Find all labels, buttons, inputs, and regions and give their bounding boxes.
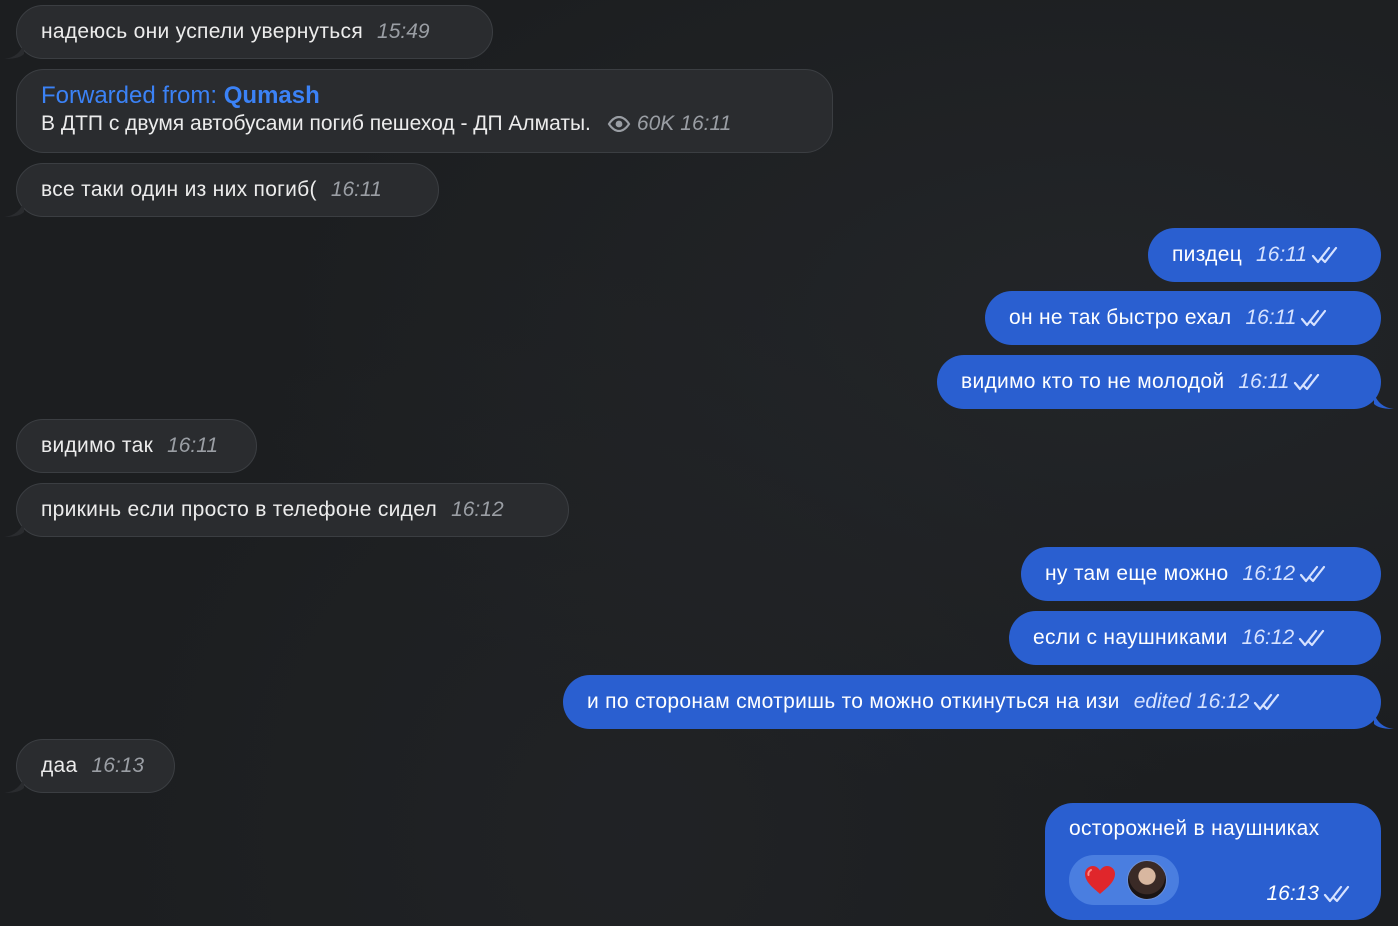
double-check-icon: [1299, 564, 1331, 584]
message-forwarded[interactable]: Forwarded from: Qumash В ДТП с двумя авт…: [16, 69, 833, 153]
bubble-tail: [1374, 392, 1394, 409]
message-text: он не так быстро ехал: [1009, 306, 1232, 329]
message-time: 16:13: [91, 754, 145, 777]
message-incoming[interactable]: даа 16:13: [16, 739, 175, 793]
reaction-badge[interactable]: [1069, 855, 1179, 905]
forwarded-label: Forwarded from:: [41, 82, 218, 109]
message-incoming[interactable]: видимо так 16:11: [16, 419, 257, 473]
double-check-icon: [1298, 628, 1330, 648]
message-outgoing[interactable]: видимо кто то не молодой 16:11: [937, 355, 1381, 409]
message-text: все таки один из них погиб(: [41, 178, 317, 201]
message-text: ну там еще можно: [1045, 562, 1229, 585]
bubble-tail: [4, 520, 24, 537]
views-counter: 60K 16:11: [607, 112, 731, 136]
message-time: 16:12: [451, 498, 504, 521]
bubble-tail: [4, 200, 24, 217]
views-count: 60K: [636, 112, 675, 135]
message-incoming[interactable]: надеюсь они успели увернуться 15:49: [16, 5, 493, 59]
message-text: осторожней в наушниках: [1069, 817, 1320, 840]
eye-icon: [607, 116, 631, 132]
message-text: пиздец: [1172, 243, 1243, 266]
message-time: 16:11: [680, 112, 732, 135]
message-time: 15:49: [377, 20, 430, 43]
message-outgoing[interactable]: осторожней в наушниках 16:13: [1045, 803, 1381, 920]
message-outgoing[interactable]: если с наушниками 16:12: [1009, 611, 1381, 665]
bubble-tail: [4, 42, 24, 59]
message-time: 16:12: [1242, 562, 1296, 585]
message-text: и по сторонам смотришь то можно откинуть…: [587, 690, 1120, 713]
forwarded-header[interactable]: Forwarded from: Qumash: [41, 82, 808, 110]
double-check-icon: [1300, 308, 1332, 328]
message-time: 16:11: [1256, 243, 1308, 266]
message-time: 16:12: [1241, 626, 1295, 649]
message-outgoing[interactable]: ну там еще можно 16:12: [1021, 547, 1381, 601]
bubble-tail: [1374, 712, 1394, 729]
message-time: 16:12: [1196, 690, 1250, 713]
message-time: 16:13: [1266, 882, 1319, 905]
double-check-icon: [1253, 692, 1285, 712]
message-text: видимо кто то не молодой: [961, 370, 1225, 393]
message-time: 16:11: [1245, 306, 1297, 329]
message-text: прикинь если просто в телефоне сидел: [41, 498, 438, 521]
heart-icon: [1085, 866, 1115, 894]
message-text: видимо так: [41, 434, 154, 457]
double-check-icon: [1323, 884, 1355, 904]
message-outgoing[interactable]: пиздец 16:11: [1148, 228, 1381, 282]
message-outgoing[interactable]: он не так быстро ехал 16:11: [985, 291, 1381, 345]
double-check-icon: [1293, 372, 1325, 392]
message-incoming[interactable]: прикинь если просто в телефоне сидел 16:…: [16, 483, 569, 537]
message-time: 16:11: [330, 178, 382, 201]
message-text: даа: [41, 754, 78, 777]
bubble-tail: [4, 776, 24, 793]
message-time: 16:11: [167, 434, 219, 457]
double-check-icon: [1311, 245, 1343, 265]
message-time: 16:11: [1238, 370, 1290, 393]
message-text: если с наушниками: [1033, 626, 1228, 649]
avatar: [1127, 860, 1167, 900]
message-text: надеюсь они успели увернуться: [41, 20, 364, 43]
message-incoming[interactable]: все таки один из них погиб( 16:11: [16, 163, 439, 217]
chat-area: надеюсь они успели увернуться 15:49 Forw…: [0, 0, 1398, 926]
forwarded-source-link[interactable]: Qumash: [224, 82, 320, 109]
message-meta: 16:13: [1266, 882, 1355, 906]
message-text: В ДТП с двумя автобусами погиб пешеход -…: [41, 112, 591, 135]
message-outgoing[interactable]: и по сторонам смотришь то можно откинуть…: [563, 675, 1381, 729]
edited-label: edited: [1133, 690, 1191, 713]
